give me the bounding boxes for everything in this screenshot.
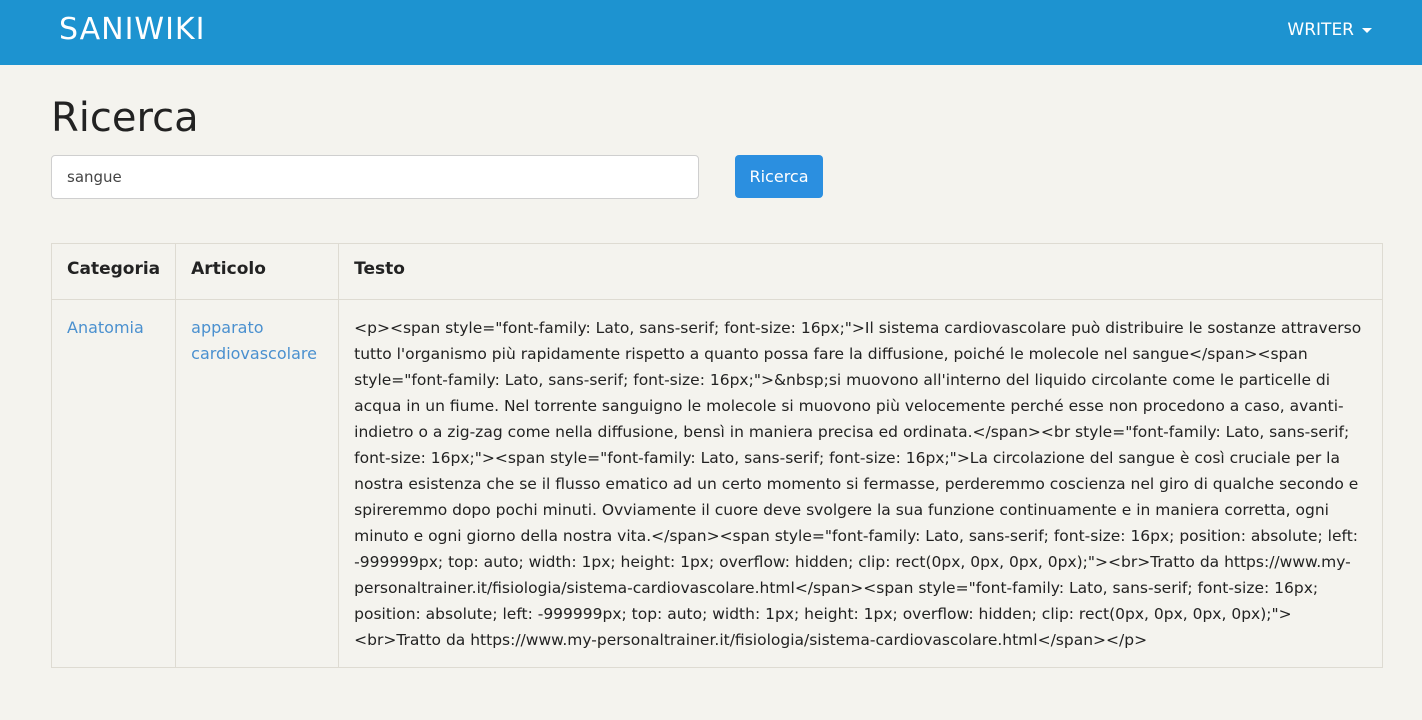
brand-logo[interactable]: SANIWIKI — [59, 12, 205, 47]
articolo-link[interactable]: apparato cardiovascolare — [191, 318, 317, 363]
user-menu-label: WRITER — [1287, 20, 1354, 40]
cell-articolo: apparato cardiovascolare — [175, 299, 340, 668]
table-header-row: Categoria Articolo Testo — [50, 243, 1383, 300]
header-articolo: Articolo — [175, 243, 340, 300]
search-button[interactable]: Ricerca — [735, 155, 823, 198]
cell-testo: <p><span style="font-family: Lato, sans-… — [338, 299, 1383, 668]
cell-categoria: Anatomia — [50, 299, 177, 668]
user-menu-dropdown[interactable]: WRITER — [1287, 20, 1372, 40]
header-testo: Testo — [338, 243, 1383, 300]
categoria-link[interactable]: Anatomia — [67, 318, 144, 337]
top-navbar: SANIWIKI WRITER — [0, 0, 1422, 65]
table-row: Anatomia apparato cardiovascolare <p><sp… — [50, 299, 1383, 668]
page-title: Ricerca — [51, 95, 199, 141]
results-table: Categoria Articolo Testo Anatomia appara… — [50, 243, 1383, 668]
caret-down-icon — [1362, 27, 1372, 33]
search-input[interactable] — [51, 155, 699, 199]
header-categoria: Categoria — [50, 243, 177, 300]
